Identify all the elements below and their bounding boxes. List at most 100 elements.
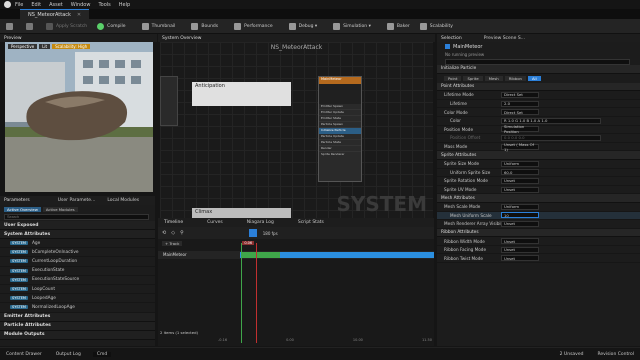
render-tab-ribbon[interactable]: Ribbon [504,75,526,81]
performance-button[interactable]: Performance [234,22,273,30]
menu-file[interactable]: File [15,2,23,8]
sprite-attributes-group[interactable]: Sprite Attributes [437,151,640,160]
render-tab-mesh[interactable]: Mesh [484,75,503,81]
tab-user-parameters[interactable]: User Paramete... [54,198,100,203]
filter-icon[interactable]: ⚲ [180,230,184,236]
render-tab-sprite[interactable]: Sprite [463,75,483,81]
ribbon-facing-mode-dropdown[interactable]: Unset [501,246,539,253]
lifetime-mode-dropdown[interactable]: Direct Set [501,91,539,98]
menu-tools[interactable]: Tools [98,2,110,8]
system-overview-graph[interactable]: NS_MeteorAttack SYSTEM Anticipation Main… [160,42,433,218]
module-outputs-category[interactable]: Module Outputs [0,330,155,340]
command-input[interactable]: Cmd [92,351,112,357]
close-icon[interactable]: ✕ [77,12,81,18]
browse-icon[interactable] [26,22,36,30]
perspective-button[interactable]: Perspective [8,44,38,49]
revision-control-button[interactable]: Revision Control [597,352,634,357]
menu-asset[interactable]: Asset [49,2,63,8]
thumbnail-button[interactable]: Thumbnail [141,22,175,30]
position-mode-dropdown[interactable]: Simulation Position [501,124,539,134]
add-track-button[interactable]: + Track [162,240,183,246]
save-icon[interactable] [6,22,16,30]
track-row[interactable]: MainMeteor MainMeteor [158,251,434,259]
system-overview-tab[interactable]: System Overview [158,34,435,42]
point-attributes-group[interactable]: Point Attributes [437,82,640,92]
list-item[interactable]: SYSTEM LoopedAge [0,294,155,304]
ribbon-twist-mode-dropdown[interactable]: Unset [501,255,539,262]
tab-timeline[interactable]: Timeline [158,220,189,225]
list-item[interactable]: SYSTEM LoopCount [0,285,155,295]
render-tab-all[interactable]: All [527,75,541,81]
tab-local-modules[interactable]: Local Modules [103,198,143,203]
menu-window[interactable]: Window [71,2,91,8]
sprite-size-mode-dropdown[interactable]: Uniform [501,160,539,167]
emitter-node[interactable]: MainMeteor Emitter Spawn Emitter Update … [318,76,362,182]
scalability-badge[interactable]: Scalability: High [52,44,91,49]
list-item[interactable]: SYSTEM bCompleteOnInactive [0,248,155,258]
position-offset-input[interactable]: 0.0 0.0 0.0 [501,134,601,141]
mesh-uniform-scale-input[interactable]: 10 [501,212,539,219]
fps-readout[interactable]: 180 fps [263,231,278,236]
magnet-icon[interactable] [248,229,257,237]
unsaved-indicator[interactable]: 2 Unsaved [560,352,584,357]
lit-button[interactable]: Lit [39,44,51,49]
tab-script-stats[interactable]: Script Stats [292,220,330,225]
list-item[interactable]: SYSTEM ExecutionStateSource [0,276,155,285]
list-item[interactable]: SYSTEM ExecutionState [0,267,155,276]
tab-preview-scene[interactable]: Preview Scene S... [480,36,529,41]
content-drawer-button[interactable]: Content Drawer [6,352,42,357]
tab-niagara-log[interactable]: Niagara Log [241,220,280,225]
tab-curves[interactable]: Curves [201,220,229,225]
mesh-scale-mode-dropdown[interactable]: Uniform [501,203,539,210]
list-item[interactable]: SYSTEM CurrentLoopDuration [0,257,155,267]
simulation-button[interactable]: Simulation ▾ [333,22,371,30]
preview-viewport[interactable]: Perspective Lit Scalability: High [5,42,153,192]
key-icon[interactable]: ◇ [171,230,175,236]
list-item[interactable]: SYSTEM Age [0,239,155,249]
climax-comment[interactable]: Climax [192,208,291,218]
ribbon-width-mode-dropdown[interactable]: Unset [501,238,539,245]
tab-selection[interactable]: Selection [437,36,466,41]
mesh-attributes-group[interactable]: Mesh Attributes [437,194,640,203]
bounds-button[interactable]: Bounds [191,22,218,30]
active-range[interactable] [242,252,280,258]
uniform-sprite-size-input[interactable]: 60.0 [501,169,539,176]
color-mode-dropdown[interactable]: Direct Set [501,109,539,116]
document-tab[interactable]: NS_MeteorAttack ✕ [20,9,90,19]
system-node[interactable] [160,76,178,126]
lifetime-input[interactable]: 2.0 [501,100,539,107]
compile-button[interactable]: Compile [97,22,126,30]
transport-icon[interactable]: ⟲ [162,230,166,236]
details-search-input[interactable] [445,58,630,65]
apply-scratch-button[interactable]: Apply Scratch [46,22,87,30]
node-row[interactable]: Sprite Renderer [319,152,361,158]
menu-help[interactable]: Help [119,2,130,8]
emitter-attributes-category[interactable]: Emitter Attributes [0,312,155,322]
anticipation-comment[interactable]: Anticipation [192,82,291,106]
user-exposed-category[interactable]: User Exposed [0,221,155,230]
start-marker[interactable] [241,243,242,343]
menu-edit[interactable]: Edit [31,2,41,8]
mesh-array-visibility-dropdown[interactable]: Unset [501,220,539,227]
color-input[interactable]: R 1.0 G 1.0 B 1.0 A 1.0 [501,117,601,124]
parameters-search-input[interactable] [4,214,149,220]
debug-button[interactable]: Debug ▾ [288,22,317,30]
sprite-rotation-mode-dropdown[interactable]: Unset [501,177,539,184]
list-item[interactable]: SYSTEM NormalizedLoopAge [0,303,155,313]
ribbon-attributes-group[interactable]: Ribbon Attributes [437,228,640,238]
sprite-uv-mode-dropdown[interactable]: Unset [501,186,539,193]
mass-mode-dropdown[interactable]: Unset ( Mass Of 1) [501,142,539,152]
unreal-logo-icon[interactable] [4,1,11,8]
render-tab-point[interactable]: Point [444,75,462,81]
system-attributes-category[interactable]: System Attributes [0,230,155,239]
tab-parameters[interactable]: Parameters [0,198,34,203]
output-log-button[interactable]: Output Log [56,352,81,357]
active-modules-toggle[interactable]: Active Modules [42,206,78,212]
playhead-time[interactable]: 0.06 [242,241,255,245]
scalability-button[interactable]: Scalability [419,22,453,30]
playhead[interactable] [256,243,257,343]
initialize-particle-section[interactable]: Initialize Particle [437,65,640,74]
particle-attributes-category[interactable]: Particle Attributes [0,321,155,331]
active-overview-toggle[interactable]: Active Overview [4,206,41,212]
baker-button[interactable]: Baker [386,22,410,30]
